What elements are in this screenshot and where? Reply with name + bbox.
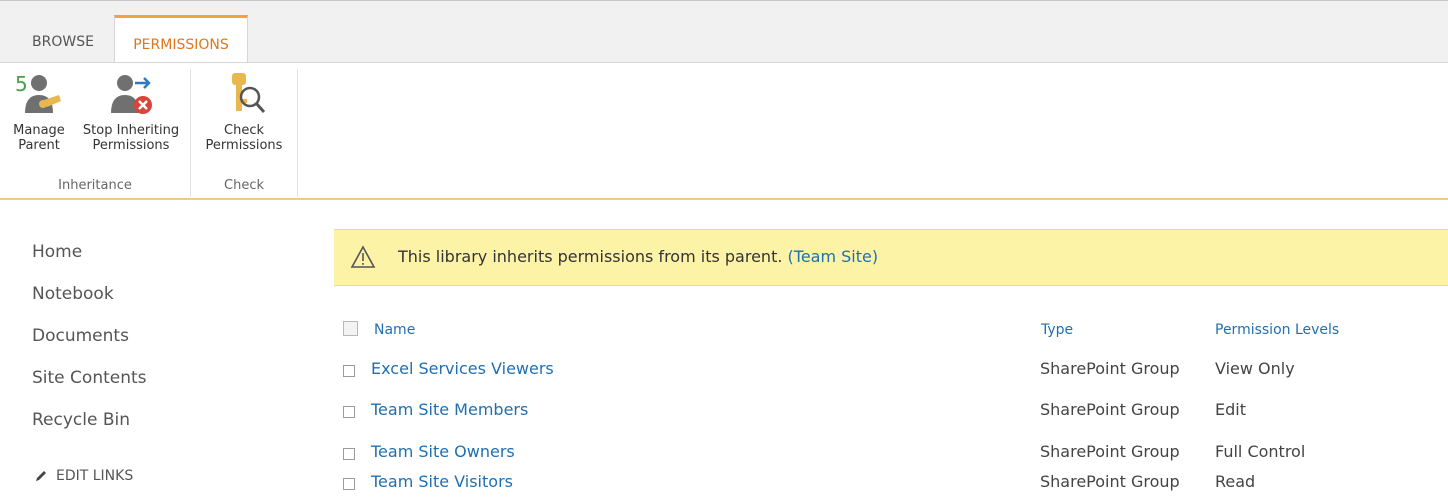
stop-inheriting-label-1: Stop Inheriting xyxy=(82,123,180,138)
row-permission: Edit xyxy=(1215,400,1246,419)
warning-icon xyxy=(350,245,376,268)
nav-item-home[interactable]: Home xyxy=(32,238,147,280)
check-permissions-label-2: Permissions xyxy=(205,138,283,153)
manage-parent-label-2: Parent xyxy=(18,138,60,153)
row-type: SharePoint Group xyxy=(1040,359,1180,378)
check-permissions-button[interactable]: Check Permissions xyxy=(197,71,291,153)
row-permission: View Only xyxy=(1215,359,1295,378)
team-site-link[interactable]: (Team Site) xyxy=(788,247,879,266)
row-name-link[interactable]: Team Site Members xyxy=(371,400,528,419)
table-row: Team Site Members SharePoint Group Edit xyxy=(0,392,1448,432)
row-permission: Read xyxy=(1215,472,1256,491)
row-checkbox[interactable] xyxy=(343,478,355,490)
row-name-link[interactable]: Team Site Visitors xyxy=(371,472,513,491)
row-type: SharePoint Group xyxy=(1040,442,1180,461)
column-header-type[interactable]: Type xyxy=(1041,318,1073,342)
stop-inheriting-label-2: Permissions xyxy=(92,138,170,153)
row-type: SharePoint Group xyxy=(1040,472,1180,491)
row-checkbox[interactable] xyxy=(343,406,355,418)
manage-parent-icon: 5 xyxy=(15,72,61,113)
nav-item-notebook[interactable]: Notebook xyxy=(32,280,147,322)
ribbon-tab-strip: BROWSE PERMISSIONS xyxy=(0,0,1448,63)
tab-browse[interactable]: BROWSE xyxy=(18,21,108,63)
table-row: Team Site Visitors SharePoint Group Read xyxy=(0,464,1448,504)
banner-text: This library inherits permissions from i… xyxy=(398,247,783,266)
row-name-link[interactable]: Team Site Owners xyxy=(371,442,515,461)
manage-parent-label-1: Manage xyxy=(13,123,65,138)
check-permissions-label-1: Check xyxy=(224,123,264,138)
group-label-inheritance: Inheritance xyxy=(58,178,132,193)
stop-inheriting-button[interactable]: Stop Inheriting Permissions xyxy=(74,71,188,153)
select-all-checkbox[interactable] xyxy=(343,321,358,336)
check-permissions-icon xyxy=(232,73,266,113)
row-checkbox[interactable] xyxy=(343,365,355,377)
stop-inheriting-icon xyxy=(111,75,152,114)
inheritance-banner: This library inherits permissions from i… xyxy=(334,229,1448,286)
row-checkbox[interactable] xyxy=(343,448,355,460)
svg-text:5: 5 xyxy=(15,72,28,96)
row-type: SharePoint Group xyxy=(1040,400,1180,419)
ribbon-group-check: Check Permissions Check xyxy=(191,69,298,197)
row-name-link[interactable]: Excel Services Viewers xyxy=(371,359,554,378)
column-header-permission-levels[interactable]: Permission Levels xyxy=(1215,318,1339,342)
ribbon-group-inheritance: 5 Manage Parent Stop Inheriting Permissi… xyxy=(0,69,191,197)
banner-message: This library inherits permissions from i… xyxy=(398,247,878,266)
manage-parent-button[interactable]: 5 Manage Parent xyxy=(6,71,72,153)
table-row: Excel Services Viewers SharePoint Group … xyxy=(0,351,1448,391)
row-permission: Full Control xyxy=(1215,442,1306,461)
group-label-check: Check xyxy=(224,178,264,193)
ribbon: 5 Manage Parent Stop Inheriting Permissi… xyxy=(0,62,1448,200)
column-header-name[interactable]: Name xyxy=(374,318,415,342)
tab-permissions[interactable]: PERMISSIONS xyxy=(114,15,248,63)
